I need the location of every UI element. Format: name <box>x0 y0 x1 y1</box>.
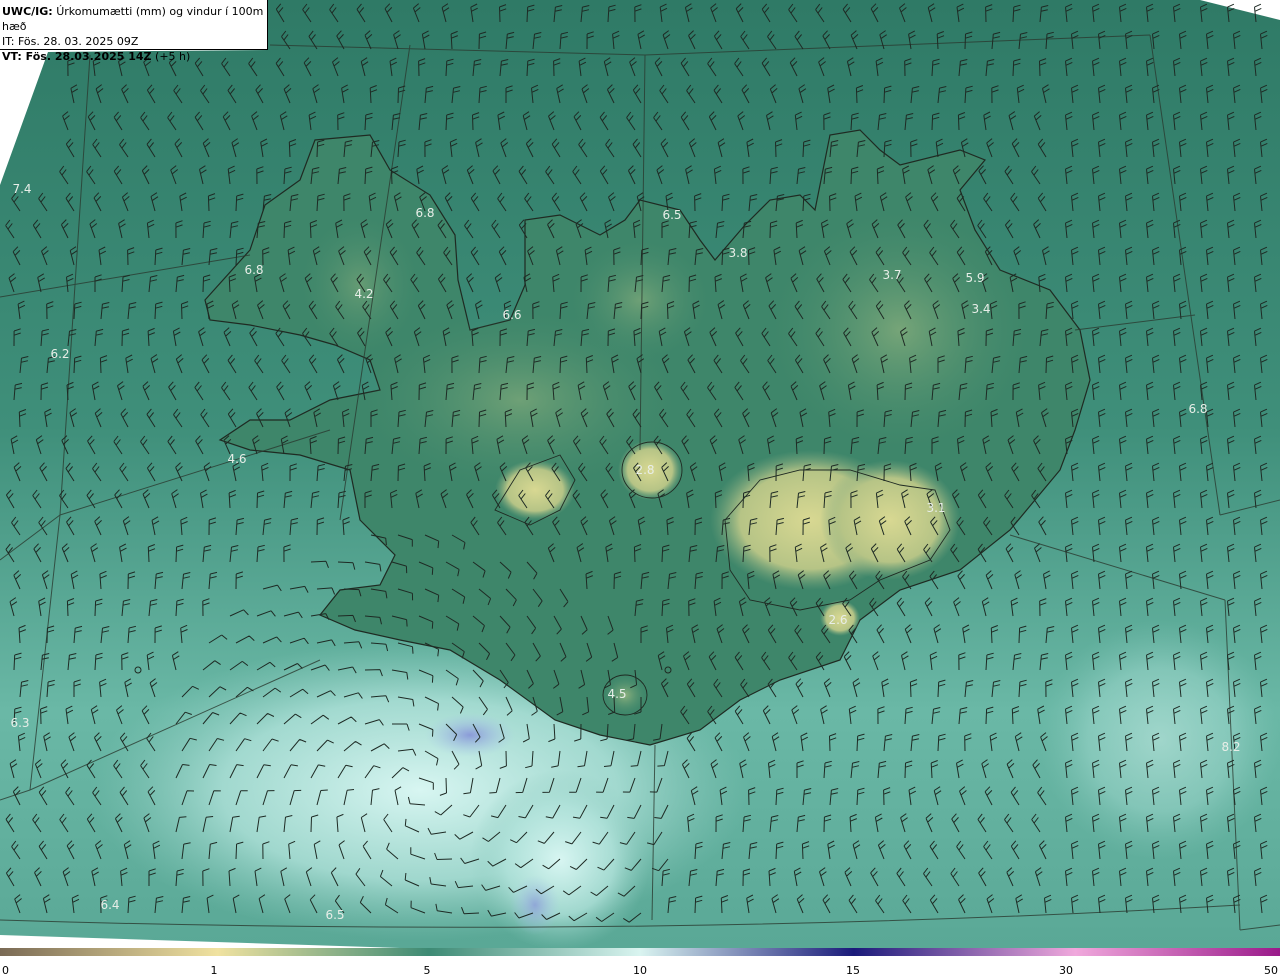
value-label: 2.8 <box>635 463 655 477</box>
value-label: 6.3 <box>10 716 30 730</box>
colorbar-tick: 50 <box>1264 964 1278 977</box>
map-info-box: UWC/IG: Úrkomumætti (mm) og vindur í 100… <box>0 0 268 63</box>
value-label: 4.5 <box>607 687 627 701</box>
value-label: 3.1 <box>926 501 946 515</box>
value-label: 6.8 <box>244 263 264 277</box>
value-label: 3.4 <box>971 302 991 316</box>
initial-time: IT: Fös. 28. 03. 2025 09Z <box>2 35 139 48</box>
precip-max-spot <box>425 713 515 757</box>
valid-time: VT: Fös. 28.03.2025 14Z <box>2 50 152 63</box>
value-label: 6.4 <box>100 898 120 912</box>
colorbar <box>0 948 1280 956</box>
colorbar-tick: 30 <box>1059 964 1073 977</box>
colorbar-tick: 10 <box>633 964 647 977</box>
value-label: 3.7 <box>882 268 902 282</box>
value-label: 4.2 <box>354 287 374 301</box>
colorbar-tick: 15 <box>846 964 860 977</box>
value-label: 4.6 <box>227 452 247 466</box>
value-label: 6.6 <box>502 308 522 322</box>
value-label: 3.8 <box>728 246 748 260</box>
value-label: 6.5 <box>325 908 345 922</box>
value-label: 6.8 <box>415 206 435 220</box>
model-name: UWC/IG: <box>2 5 53 18</box>
colorbar-tick: 0 <box>2 964 9 977</box>
value-label: 6.2 <box>50 347 70 361</box>
value-label: 8.2 <box>1221 740 1241 754</box>
value-label: 7.4 <box>12 182 32 196</box>
value-label: 6.5 <box>662 208 682 222</box>
value-label: 5.9 <box>965 271 985 285</box>
forecast-map: UWC/IG: Úrkomumætti (mm) og vindur í 100… <box>0 0 1280 948</box>
colorbar-tick: 5 <box>423 964 431 977</box>
colorbar-ticks: 0 1 5 10 15 30 50 <box>0 958 1280 978</box>
valid-offset: (+5 h) <box>155 50 191 63</box>
value-label: 6.8 <box>1188 402 1208 416</box>
value-label: 2.6 <box>828 613 848 627</box>
colorbar-tick: 1 <box>210 964 218 977</box>
